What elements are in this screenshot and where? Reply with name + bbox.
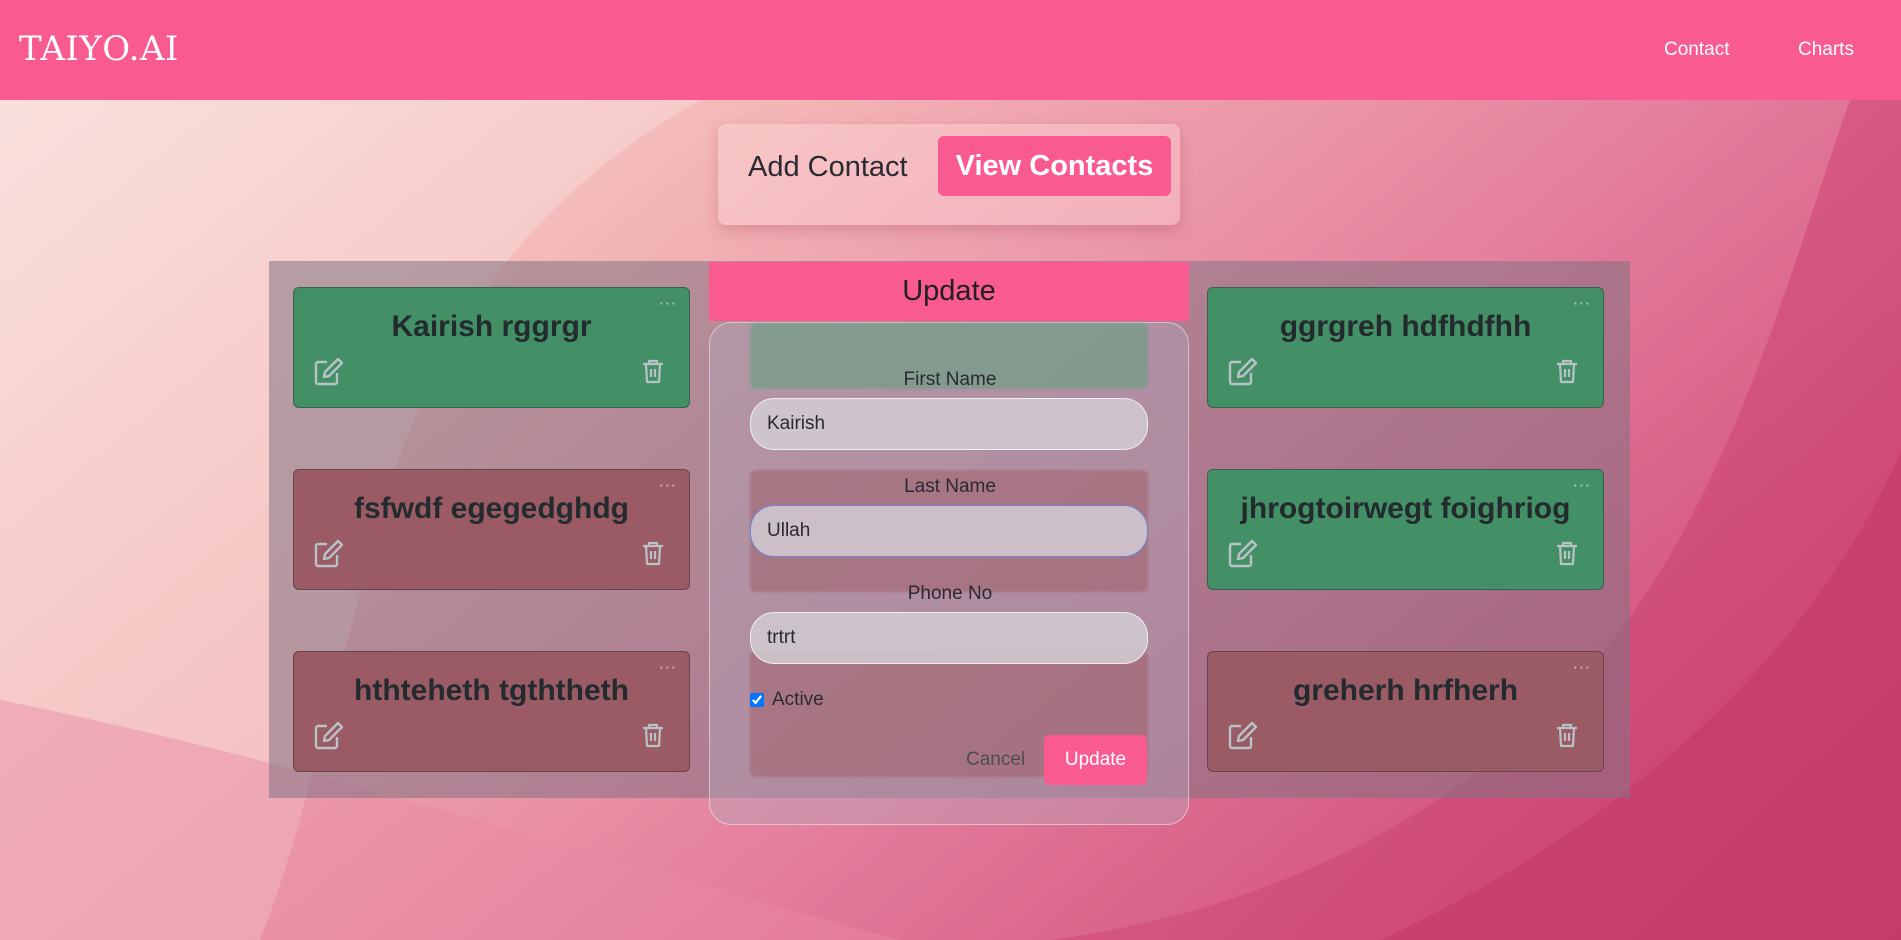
trash-icon[interactable] [1555, 722, 1579, 748]
contact-name: Kairish rggrgr [391, 310, 592, 343]
last-name-input[interactable] [750, 505, 1148, 557]
phone-label: Phone No [907, 583, 993, 604]
first-name-label: First Name [903, 369, 997, 390]
contact-name: fsfwdf egegedghdg [354, 492, 629, 525]
contact-card[interactable]: ··· hthteheth tgththeth [293, 651, 690, 772]
nav-link-charts[interactable]: Charts [1798, 39, 1854, 61]
edit-icon[interactable] [1227, 538, 1259, 568]
edit-icon[interactable] [1227, 720, 1259, 750]
phone-input[interactable] [750, 612, 1148, 664]
contact-card[interactable]: ··· greherh hrfherh [1207, 651, 1604, 772]
contact-card[interactable]: ··· fsfwdf egegedghdg [293, 469, 690, 590]
active-checkbox[interactable] [750, 693, 764, 707]
contact-name: hthteheth tgththeth [354, 674, 629, 707]
active-checkbox-row: Active [750, 689, 824, 711]
trash-icon[interactable] [641, 540, 665, 566]
contact-card[interactable]: ··· jhrogtoirwegt foighriog [1207, 469, 1604, 590]
trash-icon[interactable] [641, 722, 665, 748]
add-contact-button[interactable]: Add Contact [748, 151, 908, 184]
view-toggle-panel: Add Contact View Contacts [718, 124, 1180, 225]
contact-name: greherh hrfherh [1292, 674, 1519, 707]
contact-card[interactable]: ··· Kairish rggrgr [293, 287, 690, 408]
update-button[interactable]: Update [1044, 735, 1147, 785]
modal-title: Update [709, 262, 1189, 321]
brand-logo[interactable]: TAIYO.AI [19, 29, 179, 69]
last-name-label: Last Name [904, 476, 996, 497]
trash-icon[interactable] [1555, 540, 1579, 566]
contact-name: jhrogtoirwegt foighriog [1240, 492, 1571, 525]
edit-icon[interactable] [1227, 356, 1259, 386]
edit-icon[interactable] [313, 720, 345, 750]
view-contacts-button[interactable]: View Contacts [938, 136, 1171, 196]
top-navbar: TAIYO.AI Contact Charts [0, 0, 1901, 100]
trash-icon[interactable] [1555, 358, 1579, 384]
active-label: Active [772, 689, 824, 710]
cancel-button[interactable]: Cancel [966, 749, 1025, 771]
update-contact-modal: First Name Last Name Phone No Active Can… [709, 322, 1189, 825]
trash-icon[interactable] [641, 358, 665, 384]
first-name-input[interactable] [750, 398, 1148, 450]
nav-link-contact[interactable]: Contact [1664, 39, 1729, 61]
edit-icon[interactable] [313, 356, 345, 386]
contact-name: ggrgreh hdfhdfhh [1279, 310, 1532, 343]
edit-icon[interactable] [313, 538, 345, 568]
contact-card[interactable]: ··· ggrgreh hdfhdfhh [1207, 287, 1604, 408]
